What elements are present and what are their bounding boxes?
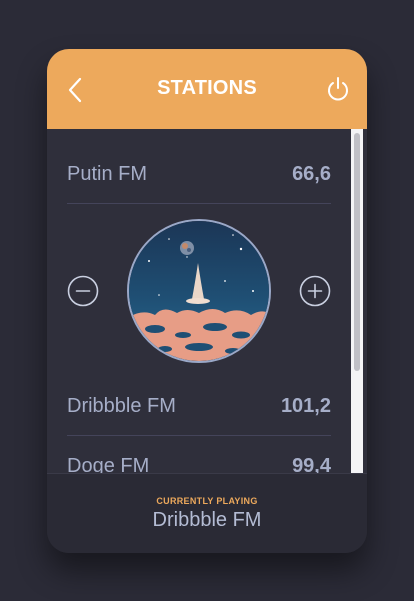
station-list[interactable]: Putin FM 66,6 Dribbble FM 101,2 Doge FM … (47, 129, 367, 473)
now-playing-station: Dribbble FM (152, 509, 262, 531)
scrollbar[interactable] (351, 129, 363, 473)
station-name: Dribbble FM (67, 395, 176, 417)
station-name: Doge FM (67, 455, 150, 473)
scrollbar-thumb[interactable] (354, 133, 360, 371)
now-playing-label: CURRENTLY PLAYING (156, 496, 258, 506)
divider (67, 435, 331, 436)
plus-circle-icon[interactable] (299, 275, 331, 307)
stations-card: STATIONS Putin FM 66,6 Dribbble FM 101,2… (47, 49, 367, 553)
album-art (127, 219, 271, 363)
header: STATIONS (47, 49, 367, 129)
station-row[interactable]: Putin FM 66,6 (67, 159, 331, 189)
minus-circle-icon[interactable] (67, 275, 99, 307)
station-frequency: 66,6 (292, 163, 331, 185)
space-scene-image (129, 221, 269, 361)
station-row[interactable]: Doge FM 99,4 (67, 451, 331, 473)
station-name: Putin FM (67, 163, 148, 185)
station-row[interactable]: Dribbble FM 101,2 (67, 391, 331, 421)
station-frequency: 99,4 (292, 455, 331, 473)
station-frequency: 101,2 (280, 395, 331, 417)
power-icon[interactable] (325, 75, 351, 103)
page-title: STATIONS (157, 77, 257, 99)
now-playing-bar: CURRENTLY PLAYING Dribbble FM (47, 473, 367, 553)
divider (67, 203, 331, 204)
